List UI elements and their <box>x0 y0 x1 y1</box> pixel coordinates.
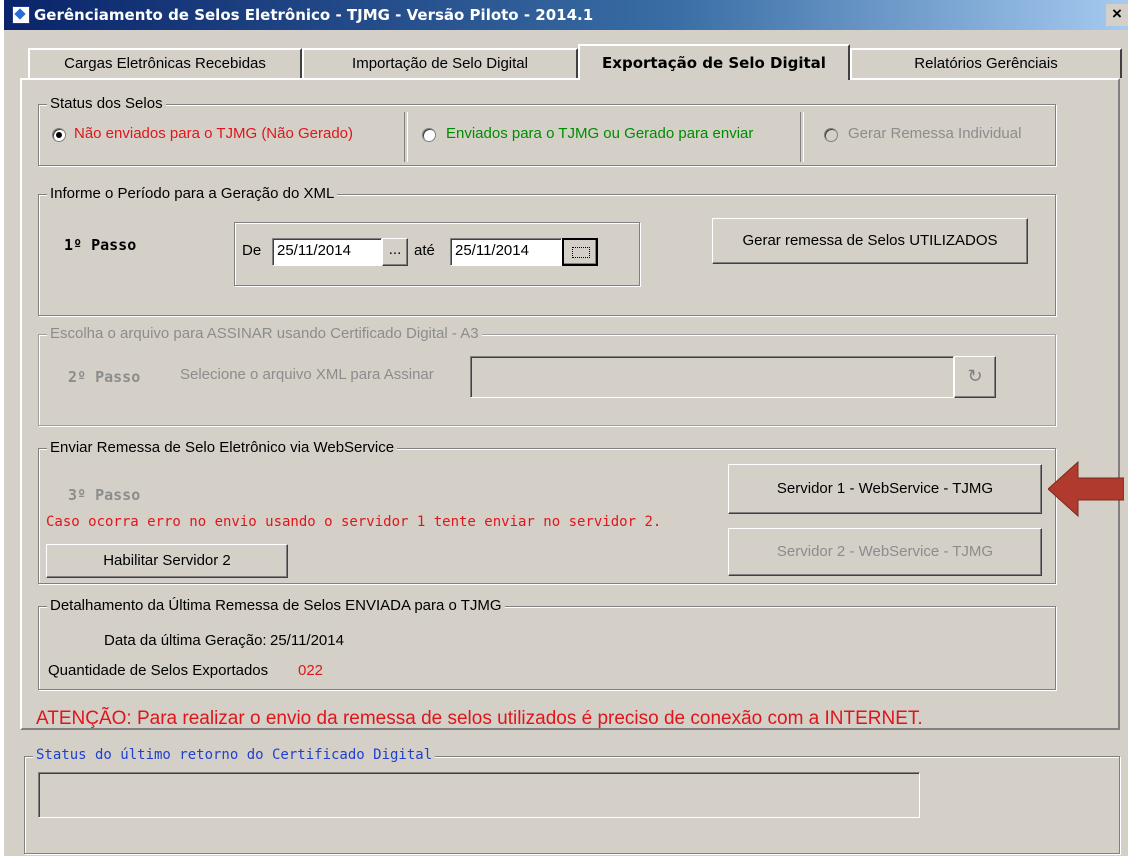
gerar-remessa-button[interactable]: Gerar remessa de Selos UTILIZADOS <box>712 218 1028 264</box>
detalhamento-legend: Detalhamento da Última Remessa de Selos … <box>47 597 505 614</box>
quantidade-label: Quantidade de Selos Exportados <box>48 662 269 679</box>
radio-enviados[interactable] <box>422 128 436 142</box>
radio-enviados-label[interactable]: Enviados para o TJMG ou Gerado para envi… <box>446 125 753 142</box>
radio-nao-enviados-label[interactable]: Não enviados para o TJMG (Não Gerado) <box>74 125 353 142</box>
close-button[interactable]: × <box>1106 4 1128 26</box>
periodo-legend: Informe o Período para a Geração do XML <box>47 185 338 202</box>
arrow-pointer-icon <box>1048 460 1124 518</box>
radio-nao-enviados[interactable] <box>52 128 66 142</box>
divider <box>404 112 408 162</box>
envio-warning: Caso ocorra erro no envio usando o servi… <box>46 514 662 530</box>
attention-message: ATENÇÃO: Para realizar o envio da remess… <box>36 708 923 729</box>
habilitar-servidor-2-button[interactable]: Habilitar Servidor 2 <box>46 544 288 578</box>
servidor-1-button[interactable]: Servidor 1 - WebService - TJMG <box>728 464 1042 514</box>
assinar-label: Selecione o arquivo XML para Assinar <box>180 366 434 383</box>
date-to-input[interactable]: 25/11/2014 <box>450 238 562 266</box>
app-icon <box>12 6 30 24</box>
window-title: Gerênciamento de Selos Eletrônico - TJMG… <box>34 6 594 24</box>
title-bar: Gerênciamento de Selos Eletrônico - TJMG… <box>4 0 1128 30</box>
certificado-status-field <box>38 772 920 818</box>
divider <box>800 112 804 162</box>
tab-relatorios[interactable]: Relatórios Gerênciais <box>850 48 1122 78</box>
step-2-label: 2º Passo <box>68 368 141 386</box>
refresh-icon: ↻ <box>967 366 983 386</box>
data-geracao-label: Data da última Geração: <box>104 632 267 649</box>
radio-remessa-individual-label: Gerar Remessa Individual <box>848 125 1022 142</box>
assinar-legend: Escolha o arquivo para ASSINAR usando Ce… <box>47 325 482 342</box>
servidor-2-button: Servidor 2 - WebService - TJMG <box>728 528 1042 576</box>
enviar-legend: Enviar Remessa de Selo Eletrônico via We… <box>47 439 398 456</box>
step-3-label: 3º Passo <box>68 486 141 504</box>
quantidade-value: 022 <box>298 662 324 679</box>
certificado-legend: Status do último retorno do Certificado … <box>33 747 436 763</box>
tab-exportacao[interactable]: Exportação de Selo Digital <box>578 44 850 80</box>
xml-file-input <box>470 356 954 398</box>
select-file-button: ↻ <box>954 356 996 398</box>
status-legend: Status dos Selos <box>47 95 166 112</box>
radio-remessa-individual <box>824 128 838 142</box>
date-from-input[interactable]: 25/11/2014 <box>272 238 382 266</box>
calendar-button[interactable] <box>562 238 598 266</box>
tab-importacao[interactable]: Importação de Selo Digital <box>302 48 578 78</box>
data-geracao-value: 25/11/2014 <box>270 632 344 649</box>
tab-cargas-eletronicas[interactable]: Cargas Eletrônicas Recebidas <box>28 48 302 78</box>
step-1-label: 1º Passo <box>64 236 137 254</box>
calendar-icon <box>572 247 590 258</box>
ate-label: até <box>414 242 435 259</box>
de-label: De <box>242 242 262 259</box>
date-from-picker-button[interactable]: ... <box>382 238 408 266</box>
